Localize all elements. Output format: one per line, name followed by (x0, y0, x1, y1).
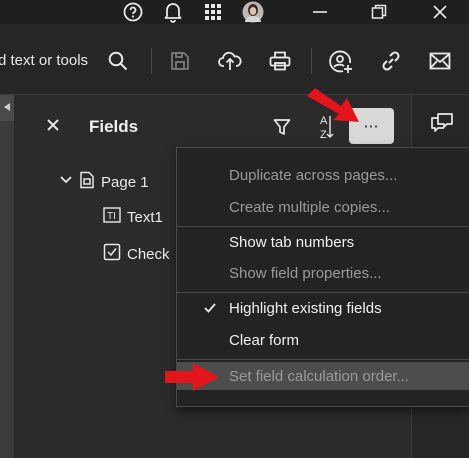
toolbar-divider (311, 48, 312, 74)
mail-icon[interactable] (428, 49, 452, 73)
menu-divider (177, 226, 469, 227)
title-bar (0, 0, 469, 24)
tree-item-field[interactable]: Check (103, 243, 170, 265)
menu-divider (177, 359, 469, 360)
apps-grid-icon[interactable] (201, 0, 225, 24)
ellipsis-icon: ⋯ (363, 118, 380, 135)
filter-icon[interactable] (270, 115, 294, 139)
upload-icon[interactable] (218, 49, 242, 73)
restore-icon[interactable] (367, 0, 391, 24)
menu-item-duplicate[interactable]: Duplicate across pages... (177, 161, 469, 189)
svg-text:TI: TI (107, 211, 116, 222)
menu-item-show-properties[interactable]: Show field properties... (177, 259, 469, 287)
link-icon[interactable] (379, 49, 403, 73)
checkbox-icon (103, 243, 121, 265)
menu-item-clear-form[interactable]: Clear form (177, 326, 469, 354)
svg-text:Z: Z (320, 129, 327, 141)
close-icon[interactable] (428, 0, 452, 24)
text-field-icon: TI (103, 207, 121, 227)
help-icon[interactable] (121, 0, 145, 24)
scroll-up-arrow[interactable] (0, 95, 14, 121)
menu-item-show-tab-numbers[interactable]: Show tab numbers (177, 228, 469, 256)
main-toolbar: d text or tools (0, 24, 469, 95)
bell-icon[interactable] (161, 0, 185, 24)
close-panel-icon[interactable] (43, 115, 63, 135)
menu-item-create-copies[interactable]: Create multiple copies... (177, 193, 469, 221)
panel-title: Fields (89, 117, 139, 136)
annotation-arrow-icon (307, 88, 359, 122)
search-input[interactable]: d text or tools (0, 52, 88, 69)
annotation-arrow-icon (165, 363, 219, 391)
tree-item-label: Text1 (127, 208, 163, 226)
tree-item-label: Page 1 (101, 173, 149, 191)
minimize-icon[interactable] (308, 0, 332, 24)
print-icon[interactable] (268, 49, 292, 73)
tree-item-page[interactable]: Page 1 (59, 171, 149, 193)
menu-divider (177, 292, 469, 293)
tree-item-field[interactable]: TI Text1 (103, 207, 163, 227)
left-scroll-strip[interactable] (0, 95, 14, 458)
checkmark-icon (204, 301, 216, 318)
search-icon[interactable] (106, 49, 130, 73)
page-icon (79, 171, 95, 193)
comment-icon[interactable] (429, 109, 455, 135)
share-user-icon[interactable] (328, 49, 354, 75)
menu-item-highlight-fields[interactable]: Highlight existing fields (177, 294, 469, 322)
avatar[interactable] (241, 0, 265, 24)
tree-item-label: Check (127, 245, 170, 263)
save-icon[interactable] (168, 49, 192, 73)
toolbar-divider (151, 48, 152, 74)
chevron-down-icon[interactable] (59, 173, 73, 191)
